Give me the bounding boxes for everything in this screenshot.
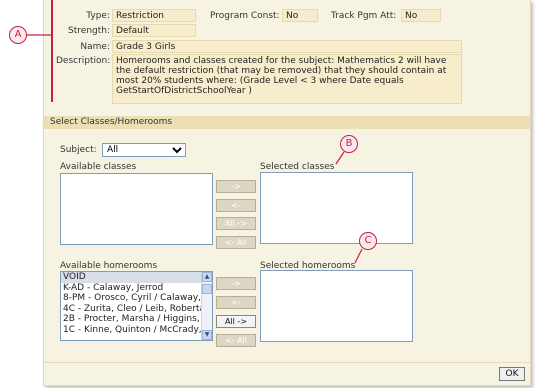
homerooms-scrollbar[interactable]: ▲ ▼ xyxy=(201,272,212,340)
strength-label: Strength: xyxy=(68,26,110,36)
homeroom-item[interactable]: 1C - Kinne, Quinton / McCrady, T xyxy=(61,325,212,336)
track-pgm-att-label: Track Pgm Att: xyxy=(331,11,397,21)
callout-c-badge: C xyxy=(359,232,377,250)
scroll-up-icon[interactable]: ▲ xyxy=(202,272,212,282)
available-classes-list[interactable] xyxy=(60,173,213,245)
name-value: Grade 3 Girls xyxy=(112,40,462,53)
selected-homerooms-list[interactable] xyxy=(260,270,413,342)
subject-label: Subject: xyxy=(60,145,97,155)
homeroom-item[interactable]: VOID xyxy=(61,272,212,283)
homeroom-item[interactable]: K-AD - Calaway, Jerrod xyxy=(61,283,212,294)
selected-classes-label: Selected classes xyxy=(260,162,335,172)
add-homeroom-button[interactable]: -> xyxy=(216,277,256,290)
subject-select[interactable]: All xyxy=(102,143,186,157)
add-all-classes-button[interactable]: All -> xyxy=(216,217,256,230)
available-homerooms-list[interactable]: VOID K-AD - Calaway, Jerrod 8-PM - Orosc… xyxy=(60,271,213,341)
program-const-value: No xyxy=(282,9,318,22)
homeroom-item[interactable]: 2B - Procter, Marsha / Higgins, Fl xyxy=(61,314,212,325)
scroll-down-icon[interactable]: ▼ xyxy=(202,330,212,340)
homeroom-item[interactable]: 8-PM - Orosco, Cyril / Calaway, J xyxy=(61,293,212,304)
homeroom-item[interactable]: 4C - Zurita, Cleo / Leib, Roberta / xyxy=(61,304,212,315)
remove-homeroom-button[interactable]: <- xyxy=(216,296,256,309)
ok-button[interactable]: OK xyxy=(499,367,525,381)
add-all-homerooms-button[interactable]: All -> xyxy=(216,315,256,328)
scroll-thumb[interactable] xyxy=(202,284,212,294)
remove-all-classes-button[interactable]: <- All xyxy=(216,236,256,249)
callout-a-badge: A xyxy=(9,26,27,44)
description-value: Homerooms and classes created for the su… xyxy=(112,54,462,104)
name-label: Name: xyxy=(80,42,110,52)
add-class-button[interactable]: -> xyxy=(216,180,256,193)
section-title: Select Classes/Homerooms xyxy=(44,116,530,129)
available-classes-label: Available classes xyxy=(60,162,137,172)
type-value: Restriction xyxy=(112,9,196,22)
strength-value: Default xyxy=(112,24,196,37)
program-const-label: Program Const: xyxy=(210,11,280,21)
callout-a-bar xyxy=(51,0,53,102)
remove-class-button[interactable]: <- xyxy=(216,199,256,212)
selected-classes-list[interactable] xyxy=(260,172,413,244)
footer-divider xyxy=(44,362,530,363)
available-homerooms-label: Available homerooms xyxy=(60,261,158,271)
track-pgm-att-value: No xyxy=(401,9,441,22)
description-label: Description: xyxy=(56,56,111,66)
callout-b-badge: B xyxy=(340,135,358,153)
type-label: Type: xyxy=(86,11,110,21)
remove-all-homerooms-button[interactable]: <- All xyxy=(216,334,256,347)
